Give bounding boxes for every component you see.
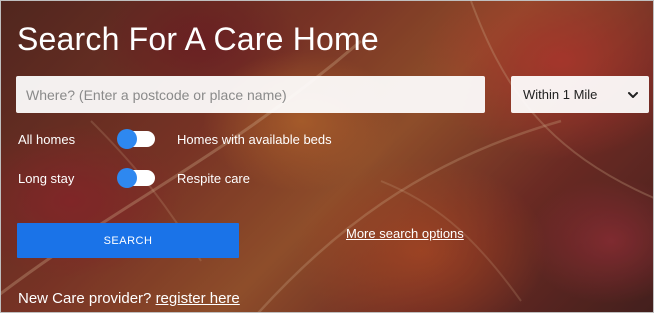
new-provider-prompt: New Care provider?	[18, 290, 152, 307]
new-provider-line: New Care provider? register here	[18, 290, 240, 307]
search-button[interactable]: SEARCH	[17, 223, 239, 258]
register-here-link[interactable]: register here	[156, 290, 240, 307]
page-title: Search For A Care Home	[17, 21, 379, 57]
filter-label-all-homes: All homes	[18, 132, 76, 147]
location-search-input[interactable]	[16, 76, 485, 113]
filter-label-available-beds: Homes with available beds	[177, 132, 332, 147]
filter-label-respite-care: Respite care	[177, 171, 250, 186]
toggle-knob	[117, 168, 137, 188]
toggle-long-stay-vs-respite[interactable]	[117, 168, 157, 188]
more-search-options-link[interactable]: More search options	[346, 226, 464, 241]
search-hero: Search For A Care Home Within 1 Mile All…	[0, 0, 654, 313]
toggle-knob	[117, 129, 137, 149]
chevron-down-icon	[628, 91, 638, 98]
distance-select-value: Within 1 Mile	[523, 87, 598, 102]
filter-label-long-stay: Long stay	[18, 171, 75, 186]
toggle-all-homes-vs-available-beds[interactable]	[117, 129, 157, 149]
distance-select[interactable]: Within 1 Mile	[511, 76, 649, 113]
